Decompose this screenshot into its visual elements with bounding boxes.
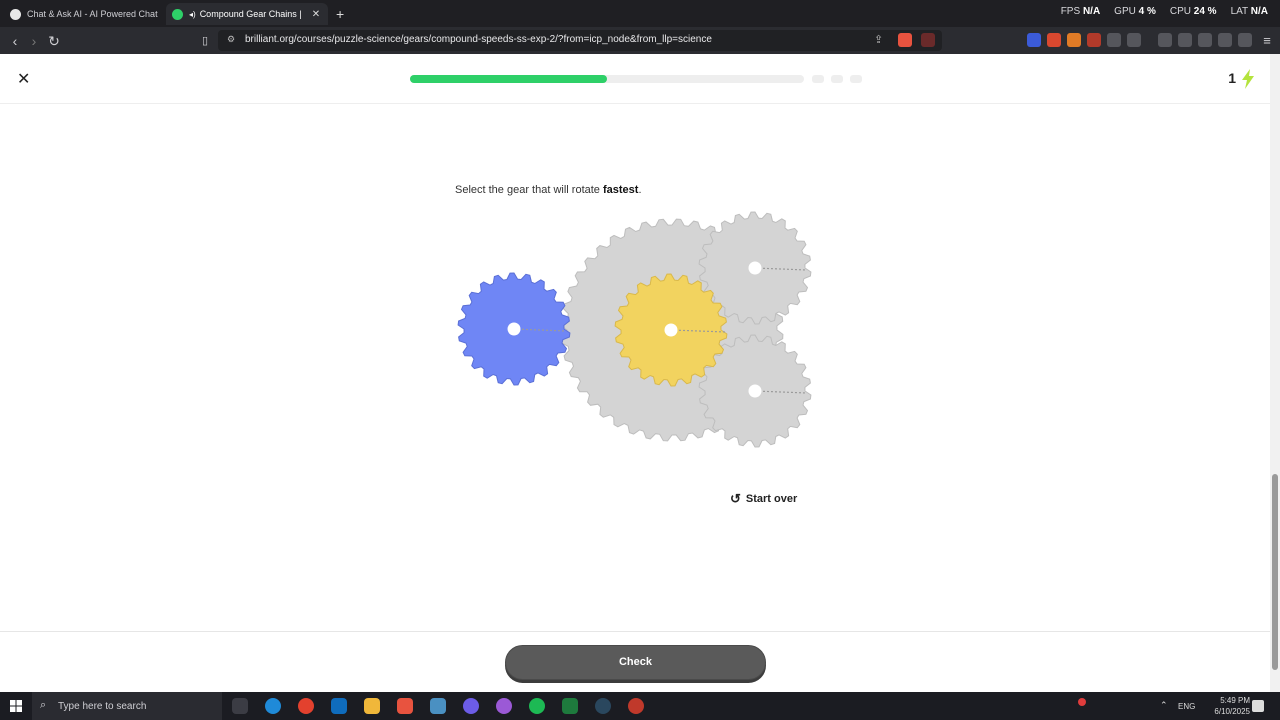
progress-fill xyxy=(410,75,607,83)
new-tab-button[interactable]: + xyxy=(336,6,344,22)
question-suffix: . xyxy=(638,184,642,196)
start-over-button[interactable]: ↺ Start over xyxy=(730,491,797,507)
scrollbar-thumb[interactable] xyxy=(1272,474,1278,670)
gpu-label: GPU xyxy=(1114,6,1136,17)
progress-bar xyxy=(410,75,804,83)
notifications-icon[interactable] xyxy=(1252,700,1264,712)
tab-title: Chat & Ask AI - AI Powered Chat Bot xyxy=(27,9,160,19)
brave-icon[interactable] xyxy=(397,698,413,714)
extension-icon[interactable] xyxy=(1087,33,1101,47)
puzzle-extensions-icon[interactable] xyxy=(1107,33,1121,47)
close-tab-icon[interactable]: ✕ xyxy=(312,9,320,20)
question-text: Select the gear that will rotate fastest… xyxy=(455,184,642,196)
steam-icon[interactable] xyxy=(595,698,611,714)
tab-compound-gear-chains[interactable]: ◂) Compound Gear Chains | Brilli ✕ xyxy=(166,3,328,25)
lightning-icon xyxy=(1242,69,1254,89)
reload-icon[interactable]: ↻ xyxy=(45,32,63,50)
progress-segment xyxy=(812,75,824,83)
cpu-value: 24 % xyxy=(1193,6,1217,17)
page-scrollbar[interactable] xyxy=(1270,54,1280,692)
performance-overlay: FPS N/A GPU 4 % CPU 24 % LAT N/A xyxy=(1061,6,1268,17)
copilot-icon[interactable] xyxy=(496,698,512,714)
check-button[interactable]: Check xyxy=(505,645,766,680)
footer-divider xyxy=(0,631,1270,632)
sidebar-icon[interactable] xyxy=(1127,33,1141,47)
streak-count: 1 xyxy=(1228,70,1236,86)
blue-gear[interactable] xyxy=(457,272,571,386)
windows-taskbar: ⌕ Type here to search ⌃ ENG 5:49 PM 6/10… xyxy=(0,692,1280,720)
gear-diagram xyxy=(457,211,812,448)
media-icon[interactable] xyxy=(1178,33,1192,47)
menu-icon[interactable]: ≡ xyxy=(1258,32,1276,50)
url-text[interactable]: brilliant.org/courses/puzzle-science/gea… xyxy=(245,34,712,45)
leo-ai-icon[interactable] xyxy=(1218,33,1232,47)
windows-start-icon[interactable] xyxy=(10,700,22,712)
share-icon[interactable]: ⇪ xyxy=(874,33,883,46)
chevron-up-icon[interactable]: ⌃ xyxy=(1160,700,1168,711)
task-view-icon[interactable] xyxy=(232,698,248,714)
search-placeholder: Type here to search xyxy=(58,700,147,712)
app-icon[interactable] xyxy=(628,698,644,714)
restart-icon: ↺ xyxy=(730,491,741,506)
lat-label: LAT xyxy=(1230,6,1248,17)
lat-value: N/A xyxy=(1250,6,1268,17)
progress-segment xyxy=(831,75,843,83)
gpu-value: 4 % xyxy=(1138,6,1156,17)
question-prefix: Select the gear that will rotate xyxy=(455,184,603,196)
wallet-icon[interactable] xyxy=(1198,33,1212,47)
chrome-icon[interactable] xyxy=(298,698,314,714)
extension-icon[interactable] xyxy=(1047,33,1061,47)
forward-icon[interactable]: › xyxy=(25,32,43,50)
clock[interactable]: 5:49 PM 6/10/2025 xyxy=(1214,695,1250,717)
speaker-icon: ◂) xyxy=(189,9,196,19)
spotify-icon[interactable] xyxy=(529,698,545,714)
app-icon[interactable] xyxy=(430,698,446,714)
extension-icon[interactable] xyxy=(1027,33,1041,47)
brilliant-icon xyxy=(172,8,183,20)
site-info-icon[interactable]: ⚙ xyxy=(227,34,235,45)
browser-nav-bar: ‹ › ↻ ▯ ⚙ brilliant.org/courses/puzzle-s… xyxy=(0,27,1280,54)
language-indicator[interactable]: ENG xyxy=(1178,702,1195,711)
file-explorer-icon[interactable] xyxy=(364,698,380,714)
question-emphasis: fastest xyxy=(602,184,639,196)
tab-chat-ask-ai[interactable]: Chat & Ask AI - AI Powered Chat Bot xyxy=(4,3,160,25)
browser-tab-bar: Chat & Ask AI - AI Powered Chat Bot ◂) C… xyxy=(0,0,1280,27)
edge-icon[interactable] xyxy=(265,698,281,714)
outlook-icon[interactable] xyxy=(331,698,347,714)
extension-icon[interactable] xyxy=(1067,33,1081,47)
vpn-icon[interactable] xyxy=(1238,33,1252,47)
back-icon[interactable]: ‹ xyxy=(6,32,24,50)
fps-label: FPS xyxy=(1060,6,1081,17)
progress-segment xyxy=(850,75,862,83)
lesson-header: ✕ 1 xyxy=(0,54,1270,104)
brave-rewards-icon[interactable] xyxy=(921,33,935,47)
fps-value: N/A xyxy=(1082,6,1101,17)
search-icon: ⌕ xyxy=(40,699,47,711)
discord-icon[interactable] xyxy=(463,698,479,714)
tab-title: Compound Gear Chains | Brilli xyxy=(199,9,304,19)
notification-badge-icon xyxy=(1078,698,1086,706)
taskbar-search[interactable]: ⌕ Type here to search xyxy=(32,692,222,720)
close-lesson-icon[interactable]: ✕ xyxy=(17,69,30,89)
openai-icon xyxy=(10,8,21,20)
start-over-label: Start over xyxy=(745,493,798,505)
clock-date: 6/10/2025 xyxy=(1214,707,1250,716)
excel-icon[interactable] xyxy=(562,698,578,714)
clock-time: 5:49 PM xyxy=(1220,696,1250,705)
brave-shield-icon[interactable] xyxy=(898,33,912,47)
download-icon[interactable] xyxy=(1158,33,1172,47)
bookmark-icon[interactable]: ▯ xyxy=(196,32,214,50)
address-bar[interactable]: ⚙ brilliant.org/courses/puzzle-science/g… xyxy=(218,30,942,51)
cpu-label: CPU xyxy=(1169,6,1191,17)
